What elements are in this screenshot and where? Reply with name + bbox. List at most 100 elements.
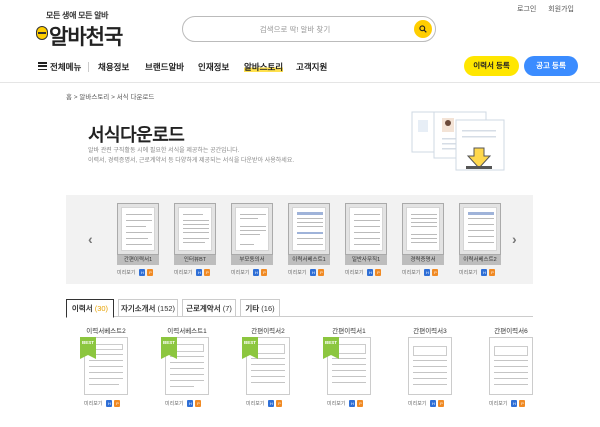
carousel-item-label: 일반사무직1 [345, 255, 387, 265]
preview-link[interactable]: 미리보기 [327, 401, 345, 407]
search-input[interactable] [195, 22, 395, 36]
signup-link[interactable]: 회원가입 [548, 6, 574, 13]
carousel-item[interactable]: 이력서베스트1 미리보기 H P [288, 203, 342, 277]
nav-item-brand[interactable]: 브랜드알바 [145, 61, 184, 73]
pdf-download-icon[interactable]: P [432, 269, 439, 277]
form-card[interactable]: 간편이력서2 BEST 미리보기 H P [228, 325, 308, 415]
search-button[interactable] [414, 20, 432, 38]
form-thumbnail[interactable] [288, 203, 330, 255]
carousel-item-label: 이력서베스트1 [288, 255, 330, 265]
preview-link[interactable]: 미리보기 [174, 270, 192, 276]
bee-icon [36, 26, 48, 40]
preview-link[interactable]: 미리보기 [288, 270, 306, 276]
hwp-download-icon[interactable]: H [367, 269, 374, 277]
nav-item-support[interactable]: 고객지원 [296, 61, 327, 73]
hwp-download-icon[interactable]: H [511, 400, 518, 408]
form-thumbnail[interactable] [459, 203, 501, 255]
pdf-download-icon[interactable]: P [438, 400, 445, 408]
hwp-download-icon[interactable]: H [424, 269, 431, 277]
login-link[interactable]: 로그인 [517, 6, 536, 13]
hwp-download-icon[interactable]: H [481, 269, 488, 277]
pdf-download-icon[interactable]: P [375, 269, 382, 277]
preview-link[interactable]: 미리보기 [231, 270, 249, 276]
form-thumbnail[interactable] [345, 203, 387, 255]
form-card-title[interactable]: 간편이력서3 [390, 325, 470, 335]
hwp-download-icon[interactable]: H [430, 400, 437, 408]
form-card[interactable]: 간편이력서6 미리보기 H P [471, 325, 551, 415]
form-card-actions: 미리보기 H P [489, 400, 526, 408]
preview-link[interactable]: 미리보기 [408, 401, 426, 407]
hwp-download-icon[interactable]: H [106, 400, 113, 408]
preview-link[interactable]: 미리보기 [246, 401, 264, 407]
form-card[interactable]: 이력서베스트1 BEST 미리보기 H P [147, 325, 227, 415]
pdf-download-icon[interactable]: P [489, 269, 496, 277]
tab-etc[interactable]: 기타 (16) [240, 299, 280, 317]
preview-link[interactable]: 미리보기 [165, 401, 183, 407]
header: 모든 생애 모든 알바 알바천국 로그인 회원가입 [0, 0, 600, 54]
page-title: 서식다운로드 [88, 125, 185, 145]
register-resume-button[interactable]: 이력서 등록 [464, 56, 519, 76]
pdf-download-icon[interactable]: P [276, 400, 283, 408]
nav-item-jobs[interactable]: 채용정보 [98, 61, 129, 73]
preview-link[interactable]: 미리보기 [117, 270, 135, 276]
carousel-item[interactable]: 경력증명서 미리보기 H P [402, 203, 456, 277]
pdf-download-icon[interactable]: P [318, 269, 325, 277]
form-card-title[interactable]: 이력서베스트2 [66, 325, 146, 335]
tab-contract[interactable]: 근로계약서 (7) [182, 299, 236, 317]
nav-item-story-label: 알바스토리 [244, 62, 284, 72]
preview-link[interactable]: 미리보기 [345, 270, 363, 276]
carousel-item[interactable]: 인터뷰BT 미리보기 H P [174, 203, 228, 277]
nav-item-talent[interactable]: 인재정보 [198, 61, 229, 73]
pdf-download-icon[interactable]: P [204, 269, 211, 277]
nav-all-menu[interactable]: 전체메뉴 [50, 61, 81, 73]
pdf-download-icon[interactable]: P [261, 269, 268, 277]
logo[interactable]: 모든 생애 모든 알바 알바천국 [36, 10, 126, 49]
carousel-item[interactable]: 간편이력서1 미리보기 H P [117, 203, 171, 277]
form-thumbnail[interactable] [117, 203, 159, 255]
hamburger-icon[interactable] [38, 62, 47, 71]
pdf-download-icon[interactable]: P [114, 400, 121, 408]
tab-cover-letter[interactable]: 자기소개서 (152) [118, 299, 178, 317]
hwp-download-icon[interactable]: H [196, 269, 203, 277]
preview-link[interactable]: 미리보기 [402, 270, 420, 276]
hwp-download-icon[interactable]: H [253, 269, 260, 277]
logo-tagline: 모든 생애 모든 알바 [46, 11, 109, 20]
logo-name: 알바천국 [49, 26, 123, 49]
pdf-download-icon[interactable]: P [519, 400, 526, 408]
register-post-button[interactable]: 공고 등록 [524, 56, 578, 76]
hwp-download-icon[interactable]: H [187, 400, 194, 408]
form-card-title[interactable]: 간편이력서2 [228, 325, 308, 335]
carousel-item[interactable]: 이력서베스트2 미리보기 H P [459, 203, 513, 277]
tab-resume-count: (30) [94, 304, 109, 313]
carousel-item-label: 이력서베스트2 [459, 255, 501, 265]
preview-link[interactable]: 미리보기 [459, 270, 477, 276]
form-thumbnail[interactable] [408, 337, 452, 395]
form-card[interactable]: 간편이력서1 BEST 미리보기 H P [309, 325, 389, 415]
pdf-download-icon[interactable]: P [195, 400, 202, 408]
nav-item-story[interactable]: 알바스토리 [244, 61, 284, 73]
pdf-download-icon[interactable]: P [357, 400, 364, 408]
hwp-download-icon[interactable]: H [310, 269, 317, 277]
preview-link[interactable]: 미리보기 [84, 401, 102, 407]
hwp-download-icon[interactable]: H [139, 269, 146, 277]
carousel-item[interactable]: 부모동의서 미리보기 H P [231, 203, 285, 277]
carousel-item-actions: 미리보기 H P [402, 269, 456, 277]
hwp-download-icon[interactable]: H [268, 400, 275, 408]
hwp-download-icon[interactable]: H [349, 400, 356, 408]
tab-resume[interactable]: 이력서 (30) [66, 299, 114, 318]
nav-border [0, 82, 600, 83]
preview-link[interactable]: 미리보기 [489, 401, 507, 407]
form-thumbnail[interactable] [174, 203, 216, 255]
form-thumbnail[interactable] [489, 337, 533, 395]
form-card[interactable]: 이력서베스트2 BEST 미리보기 H P [66, 325, 146, 415]
form-thumbnail[interactable] [231, 203, 273, 255]
carousel-prev-button[interactable]: ‹ [88, 231, 93, 247]
form-card-title[interactable]: 간편이력서6 [471, 325, 551, 335]
tab-cover-letter-label: 자기소개서 [120, 304, 156, 313]
form-card[interactable]: 간편이력서3 미리보기 H P [390, 325, 470, 415]
pdf-download-icon[interactable]: P [147, 269, 154, 277]
form-thumbnail[interactable] [402, 203, 444, 255]
form-card-title[interactable]: 이력서베스트1 [147, 325, 227, 335]
carousel-item[interactable]: 일반사무직1 미리보기 H P [345, 203, 399, 277]
form-card-title[interactable]: 간편이력서1 [309, 325, 389, 335]
